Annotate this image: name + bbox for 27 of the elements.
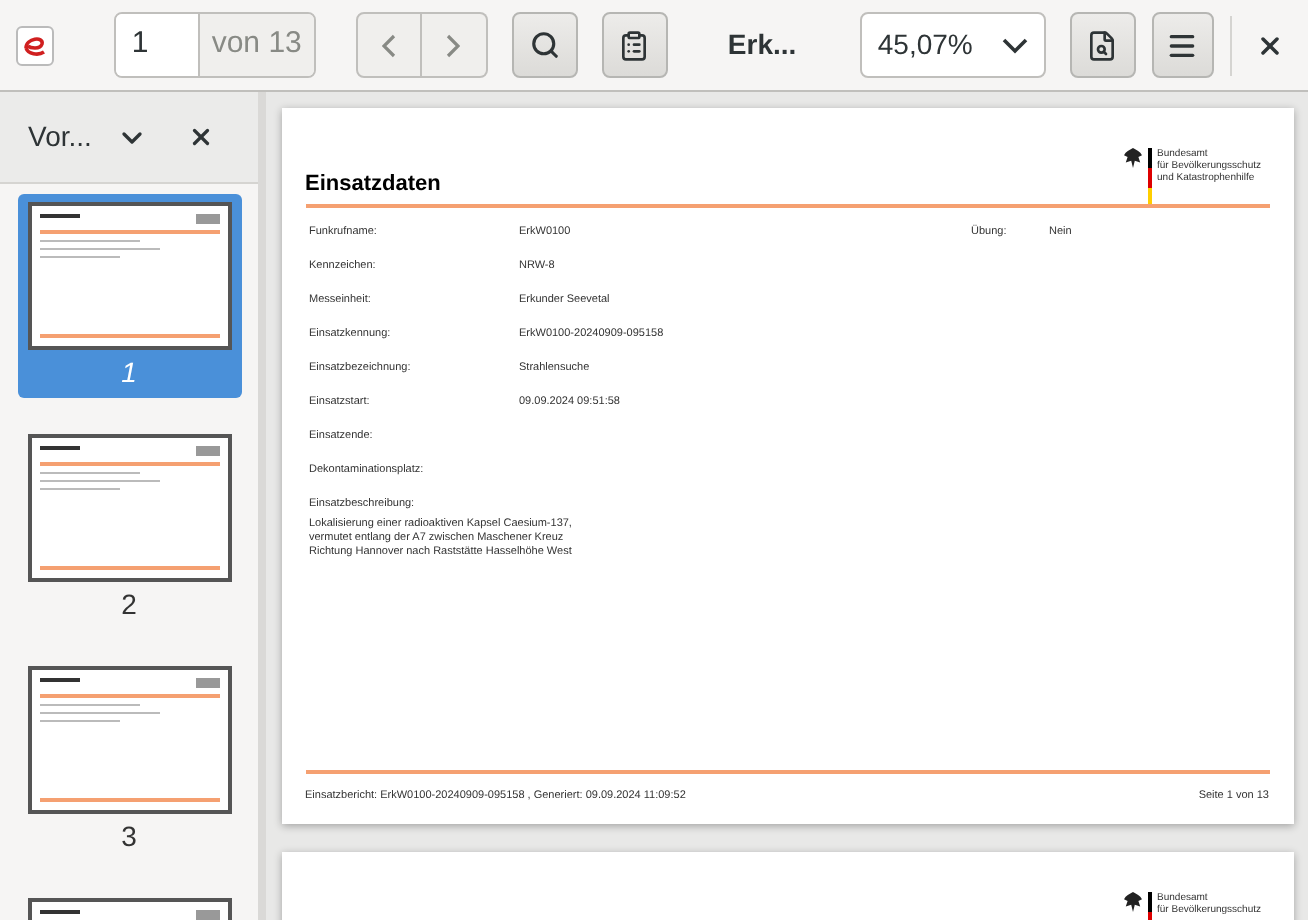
page-thumbnail[interactable]: 2	[17, 426, 241, 630]
zoom-dropdown[interactable]: 45,07%	[859, 12, 1046, 78]
page-heading: Einsatzdaten	[305, 170, 441, 200]
chevron-down-icon	[1001, 37, 1028, 53]
clipboard-icon	[618, 29, 651, 61]
annotations-button[interactable]	[601, 12, 668, 78]
sidebar-title: Vor...	[28, 118, 94, 156]
page-input[interactable]: 1	[115, 14, 198, 76]
search-button[interactable]	[511, 12, 578, 78]
page-number-field[interactable]: 1 von 13	[113, 12, 316, 78]
search-icon	[529, 30, 560, 60]
find-in-document-button[interactable]	[1069, 12, 1136, 78]
close-icon	[1255, 31, 1284, 59]
page-number-label: 1	[121, 354, 137, 392]
menu-icon	[1166, 29, 1199, 61]
document-search-icon	[1086, 29, 1119, 61]
page-number-label: 3	[121, 818, 137, 856]
close-icon[interactable]	[188, 124, 214, 150]
page-total-label: von 13	[197, 14, 314, 76]
page-number-label: 2	[121, 586, 137, 624]
chevron-right-icon	[446, 33, 461, 57]
menu-button[interactable]	[1151, 12, 1214, 78]
page-thumbnail[interactable]: 3	[17, 658, 241, 862]
document-title: Erk...	[727, 26, 799, 64]
app-logo-icon	[16, 25, 54, 65]
chevron-left-icon	[381, 33, 396, 57]
flag-stripe	[1147, 148, 1152, 208]
